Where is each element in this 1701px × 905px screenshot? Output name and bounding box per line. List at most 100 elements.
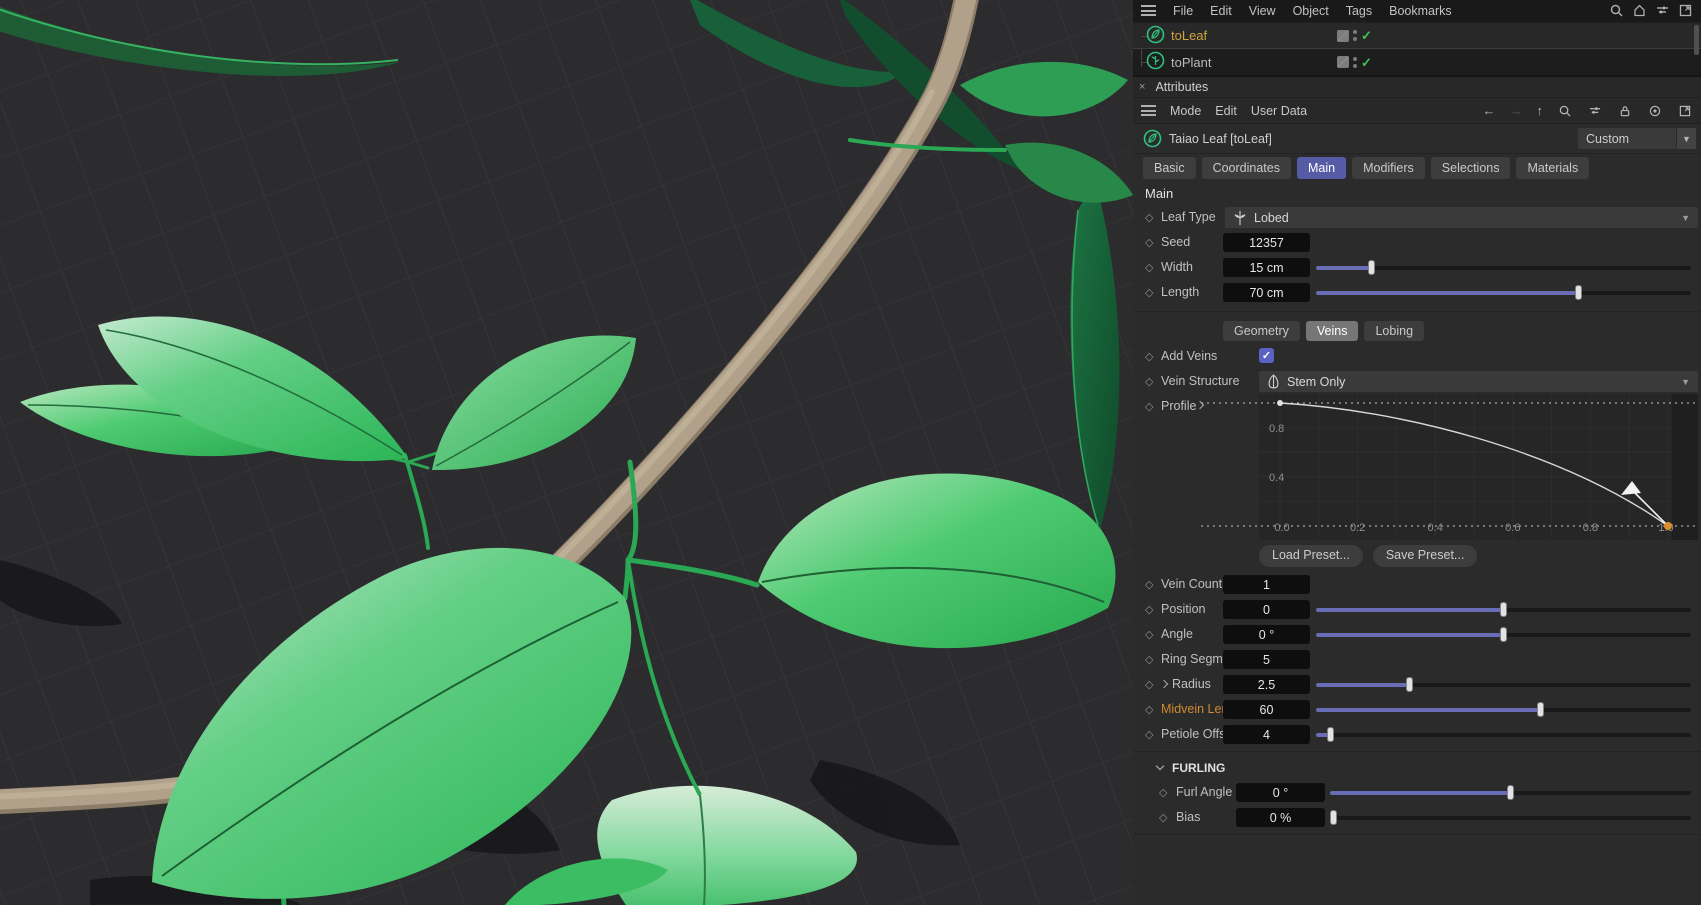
- visibility-dots-icon[interactable]: [1353, 30, 1357, 41]
- slider-handle[interactable]: [1507, 785, 1514, 800]
- subtab-veins[interactable]: Veins: [1306, 321, 1359, 341]
- furl-angle-slider[interactable]: [1330, 785, 1691, 800]
- menu-edit[interactable]: Edit: [1215, 104, 1237, 118]
- close-icon[interactable]: ×: [1139, 81, 1145, 93]
- param-label: Vein Structure: [1161, 374, 1240, 388]
- target-icon[interactable]: [1647, 103, 1663, 119]
- slider-handle[interactable]: [1406, 677, 1413, 692]
- midvein-length-slider[interactable]: [1316, 702, 1691, 717]
- tab-materials[interactable]: Materials: [1516, 157, 1589, 179]
- tab-basic[interactable]: Basic: [1143, 157, 1196, 179]
- visibility-dots-icon[interactable]: [1353, 57, 1357, 68]
- hamburger-icon[interactable]: [1141, 5, 1156, 16]
- object-name[interactable]: toLeaf: [1171, 28, 1207, 43]
- chevron-right-icon[interactable]: [1196, 401, 1204, 409]
- layer-square-icon[interactable]: [1337, 56, 1349, 68]
- chevron-right-icon[interactable]: [1160, 680, 1168, 688]
- leaf-type-dropdown[interactable]: Lobed ▼: [1225, 207, 1698, 228]
- bias-input[interactable]: 0 %: [1236, 808, 1325, 827]
- slider-handle[interactable]: [1500, 627, 1507, 642]
- open-window-icon[interactable]: [1677, 103, 1693, 119]
- object-name[interactable]: toPlant: [1171, 55, 1211, 70]
- curve-start-point[interactable]: [1277, 400, 1283, 406]
- menu-edit[interactable]: Edit: [1210, 4, 1232, 18]
- furling-section-header[interactable]: FURLING: [1133, 756, 1701, 780]
- vein-structure-dropdown[interactable]: Stem Only ▼: [1259, 371, 1698, 392]
- search-icon[interactable]: [1557, 103, 1573, 119]
- position-input[interactable]: 0: [1223, 600, 1310, 619]
- preset-dropdown[interactable]: Custom ▼: [1578, 128, 1696, 149]
- menu-file[interactable]: File: [1173, 4, 1193, 18]
- back-arrow-icon[interactable]: ←: [1483, 103, 1496, 118]
- search-icon[interactable]: [1608, 3, 1624, 19]
- angle-slider[interactable]: [1316, 627, 1691, 642]
- filter-icon[interactable]: [1587, 103, 1603, 119]
- slider-handle[interactable]: [1368, 260, 1375, 275]
- petiole-offset-input[interactable]: 4: [1223, 725, 1310, 744]
- layer-square-icon[interactable]: [1337, 30, 1349, 42]
- param-row-radius: ◇ Radius 2.5: [1133, 672, 1701, 697]
- slider-handle[interactable]: [1500, 602, 1507, 617]
- menu-mode[interactable]: Mode: [1170, 104, 1201, 118]
- subtab-lobing[interactable]: Lobing: [1364, 321, 1424, 341]
- vein-subtabs: Geometry Veins Lobing: [1133, 318, 1701, 344]
- profile-curve-editor[interactable]: 0.8 0.4 0.0 0.2 0.4 0.6 0.8 1.0: [1259, 394, 1698, 540]
- object-row-toplant[interactable]: toPlant ✓: [1133, 49, 1701, 75]
- slider-handle[interactable]: [1330, 810, 1337, 825]
- tab-selections[interactable]: Selections: [1431, 157, 1511, 179]
- attribute-tabs: Basic Coordinates Main Modifiers Selecti…: [1133, 154, 1701, 182]
- load-preset-button[interactable]: Load Preset...: [1259, 545, 1363, 567]
- tab-modifiers[interactable]: Modifiers: [1352, 157, 1425, 179]
- petiole-offset-slider[interactable]: [1316, 727, 1691, 742]
- object-row-toleaf[interactable]: toLeaf ✓: [1133, 23, 1701, 49]
- enabled-check-icon[interactable]: ✓: [1361, 56, 1372, 69]
- param-label: Leaf Type: [1161, 210, 1216, 224]
- lock-icon[interactable]: [1617, 103, 1633, 119]
- menu-user-data[interactable]: User Data: [1251, 104, 1307, 118]
- menu-tags[interactable]: Tags: [1346, 4, 1372, 18]
- viewport-3d[interactable]: [0, 0, 1133, 905]
- attributes-menubar: Mode Edit User Data ← → ↑: [1133, 98, 1701, 124]
- ring-segments-input[interactable]: 5: [1223, 650, 1310, 669]
- svg-text:0.8: 0.8: [1269, 423, 1284, 435]
- open-window-icon[interactable]: [1677, 3, 1693, 19]
- angle-input[interactable]: 0 °: [1223, 625, 1310, 644]
- forward-arrow-icon[interactable]: →: [1510, 103, 1523, 118]
- bias-slider[interactable]: [1330, 810, 1691, 825]
- tab-main[interactable]: Main: [1297, 157, 1346, 179]
- leaf-outline-icon: [1267, 374, 1280, 390]
- enabled-check-icon[interactable]: ✓: [1361, 29, 1372, 42]
- furl-angle-input[interactable]: 0 °: [1236, 783, 1325, 802]
- up-arrow-icon[interactable]: ↑: [1537, 103, 1544, 118]
- menu-bookmarks[interactable]: Bookmarks: [1389, 4, 1452, 18]
- scrollbar-thumb[interactable]: [1694, 25, 1699, 55]
- width-slider[interactable]: [1316, 260, 1691, 275]
- radius-input[interactable]: 2.5: [1223, 675, 1310, 694]
- position-slider[interactable]: [1316, 602, 1691, 617]
- length-slider[interactable]: [1316, 285, 1691, 300]
- foreground-leaves: [20, 62, 1133, 905]
- tab-coordinates[interactable]: Coordinates: [1202, 157, 1291, 179]
- menu-view[interactable]: View: [1249, 4, 1276, 18]
- chevron-down-icon[interactable]: ▼: [1676, 128, 1696, 149]
- param-row-length: ◇ Length 70 cm: [1133, 280, 1701, 305]
- midvein-length-input[interactable]: 60: [1223, 700, 1310, 719]
- filter-icon[interactable]: [1654, 3, 1670, 19]
- width-input[interactable]: 15 cm: [1223, 258, 1310, 277]
- leaf-circle-icon: [1146, 25, 1165, 47]
- seed-input[interactable]: 12357: [1223, 233, 1310, 252]
- chevron-down-icon: ▼: [1681, 213, 1690, 223]
- vein-count-input[interactable]: 1: [1223, 575, 1310, 594]
- slider-handle[interactable]: [1327, 727, 1334, 742]
- subtab-geometry[interactable]: Geometry: [1223, 321, 1300, 341]
- slider-handle[interactable]: [1537, 702, 1544, 717]
- slider-handle[interactable]: [1575, 285, 1582, 300]
- add-veins-checkbox[interactable]: ✓: [1259, 348, 1274, 363]
- radius-slider[interactable]: [1316, 677, 1691, 692]
- length-input[interactable]: 70 cm: [1223, 283, 1310, 302]
- curve-end-point-selected[interactable]: [1664, 522, 1672, 530]
- hamburger-icon[interactable]: [1141, 105, 1156, 116]
- home-icon[interactable]: [1631, 3, 1647, 19]
- save-preset-button[interactable]: Save Preset...: [1373, 545, 1478, 567]
- menu-object[interactable]: Object: [1293, 4, 1329, 18]
